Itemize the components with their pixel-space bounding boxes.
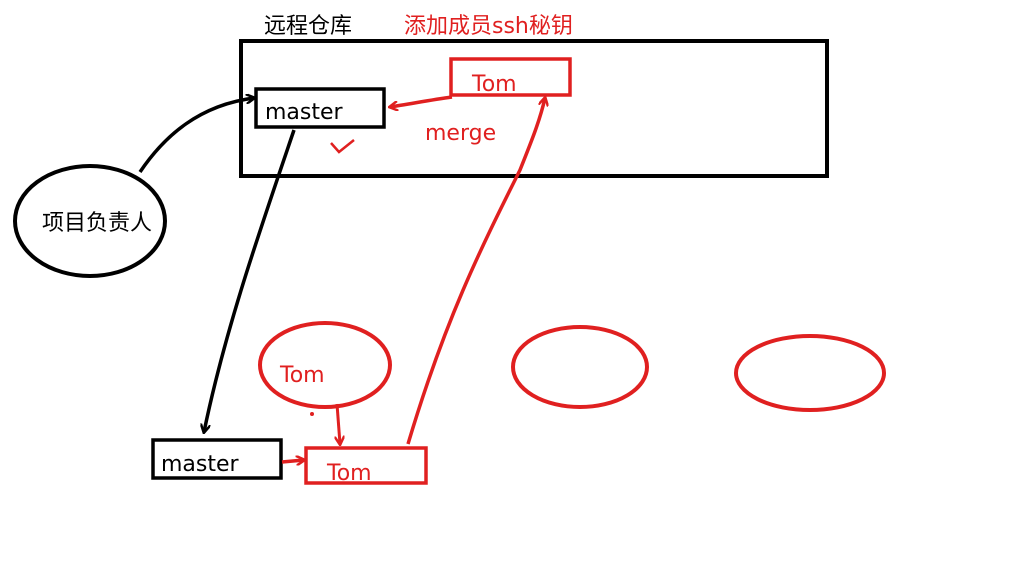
dev-to-branch-arrow	[337, 403, 340, 444]
tom-dev-label: Tom	[279, 363, 325, 388]
remote-repo-label: 远程仓库	[264, 14, 352, 39]
local-master-label: master	[161, 452, 240, 477]
diagram-svg: 远程仓库 添加成员ssh秘钥 master Tom merge 项目负责人 To…	[13, 14, 886, 486]
dot-mark	[310, 412, 314, 416]
diagram-canvas: 远程仓库 添加成员ssh秘钥 master Tom merge 项目负责人 To…	[0, 0, 1018, 579]
member-node-3	[734, 334, 886, 412]
local-tom-label: Tom	[326, 461, 372, 486]
project-lead-label: 项目负责人	[42, 211, 152, 236]
add-member-ssh-label: 添加成员ssh秘钥	[404, 14, 573, 39]
merge-arrow	[390, 95, 453, 107]
remote-tom-label: Tom	[471, 72, 517, 97]
member-node-2	[511, 325, 649, 409]
lead-to-master-arrow	[138, 98, 254, 173]
check-mark	[330, 139, 355, 154]
branch-arrow	[281, 460, 304, 462]
merge-label: merge	[425, 121, 496, 146]
push-arrow	[406, 98, 545, 445]
remote-master-label: master	[265, 100, 344, 125]
